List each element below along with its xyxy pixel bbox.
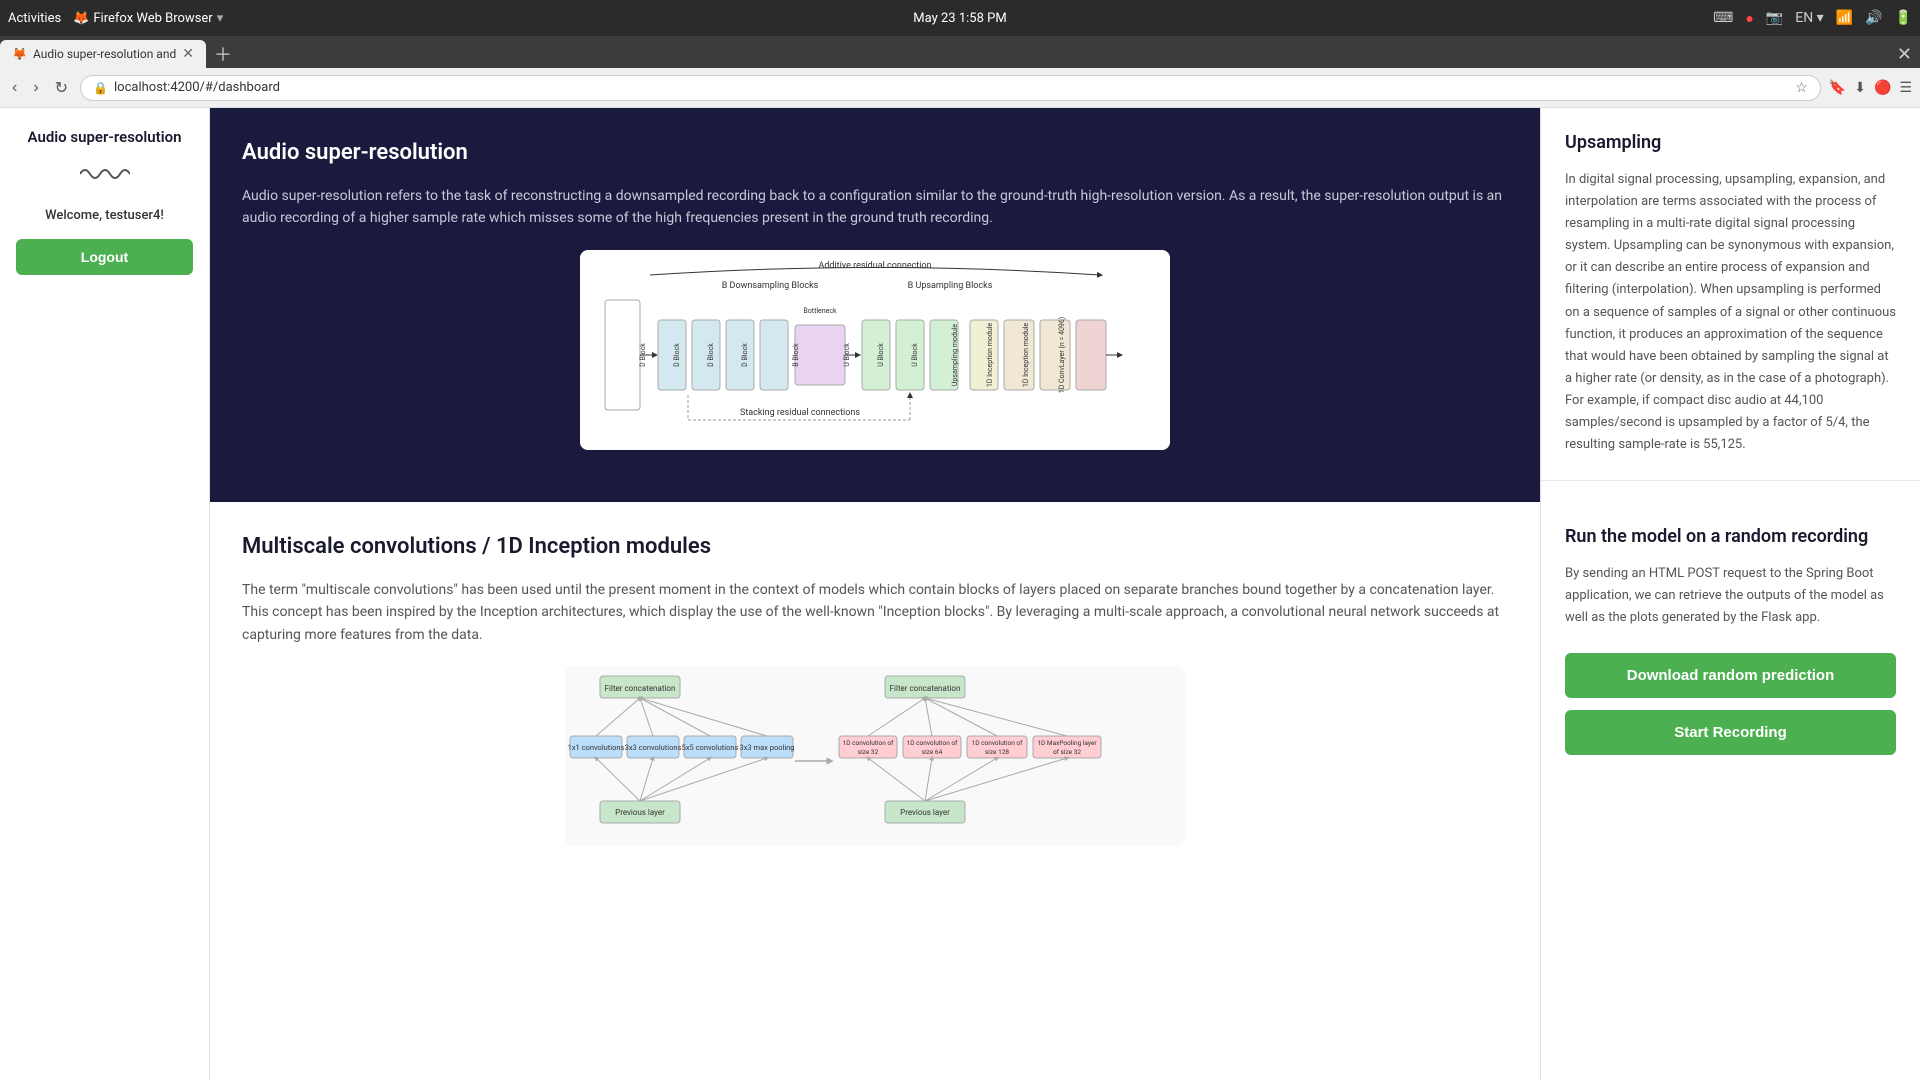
svg-text:5x5 convolutions: 5x5 convolutions — [682, 743, 739, 752]
svg-text:D Block: D Block — [639, 343, 647, 367]
system-tray: ⌨ ● 📷 EN ▾ 📶 🔊 🔋 — [1713, 10, 1912, 27]
upsampling-text: In digital signal processing, upsampling… — [1565, 169, 1896, 456]
tab-close-button[interactable]: ✕ — [182, 46, 194, 62]
svg-text:D Block: D Block — [673, 343, 681, 367]
svg-text:B Block: B Block — [792, 343, 800, 367]
address-bar[interactable]: 🔒 localhost:4200/#/dashboard ☆ — [80, 75, 1821, 101]
architecture-diagram: Additive residual connection B Downsampl… — [242, 250, 1508, 450]
forward-button[interactable]: › — [29, 75, 42, 101]
run-model-title: Run the model on a random recording — [1565, 526, 1896, 547]
welcome-message: Welcome, testuser4! — [16, 208, 193, 223]
active-tab[interactable]: 🦊 Audio super-resolution and ✕ — [0, 40, 206, 68]
download-prediction-button[interactable]: Download random prediction — [1565, 653, 1896, 698]
run-model-description: By sending an HTML POST request to the S… — [1565, 563, 1896, 629]
start-recording-button[interactable]: Start Recording — [1565, 710, 1896, 755]
right-panel: Upsampling In digital signal processing,… — [1540, 108, 1920, 502]
svg-text:1x1 convolutions: 1x1 convolutions — [568, 743, 625, 752]
svg-text:U Block: U Block — [911, 343, 919, 367]
inception-diagram: Filter concatenation 1x1 convolutions 3x… — [242, 666, 1508, 846]
svg-text:Stacking residual connections: Stacking residual connections — [740, 408, 860, 418]
hero-section: Audio super-resolution Audio super-resol… — [210, 108, 1540, 502]
svg-text:Bottleneck: Bottleneck — [803, 307, 837, 315]
svg-text:3x3 convolutions: 3x3 convolutions — [625, 743, 682, 752]
svg-text:1D ConvLayer (n = 4096): 1D ConvLayer (n = 4096) — [1058, 317, 1066, 393]
svg-text:Additive residual connection: Additive residual connection — [818, 261, 931, 271]
upsampling-title: Upsampling — [1565, 132, 1896, 153]
close-window-button[interactable]: ✕ — [1897, 44, 1912, 65]
multiscale-description: The term "multiscale convolutions" has b… — [242, 579, 1508, 646]
svg-text:D Block: D Block — [741, 343, 749, 367]
main-content: Audio super-resolution Audio super-resol… — [210, 108, 1920, 1080]
svg-text:1D convolution of: 1D convolution of — [843, 739, 895, 747]
menu-icon[interactable]: ☰ — [1899, 80, 1912, 96]
multiscale-section: Multiscale convolutions / 1D Inception m… — [210, 502, 1540, 1080]
svg-text:U Block: U Block — [843, 343, 851, 367]
svg-text:B Upsampling Blocks: B Upsampling Blocks — [908, 281, 993, 291]
svg-text:1D Inception module: 1D Inception module — [986, 322, 994, 387]
svg-text:1D MaxPooling layer: 1D MaxPooling layer — [1037, 739, 1097, 747]
tab-title: Audio super-resolution and — [33, 47, 176, 61]
address-text: localhost:4200/#/dashboard — [114, 80, 1789, 95]
run-model-section: Run the model on a random recording By s… — [1540, 502, 1920, 1080]
reload-button[interactable]: ↻ — [51, 74, 72, 102]
upsampling-section: Upsampling In digital signal processing,… — [1541, 108, 1920, 481]
activities-menu[interactable]: Activities — [8, 11, 61, 26]
svg-text:size 128: size 128 — [985, 748, 1009, 756]
svg-text:Filter concatenation: Filter concatenation — [605, 684, 676, 693]
svg-text:D Block: D Block — [707, 343, 715, 367]
security-icon: 🔒 — [93, 81, 108, 95]
svg-text:size 64: size 64 — [922, 748, 943, 756]
back-button[interactable]: ‹ — [8, 75, 21, 101]
svg-text:1D Inception module: 1D Inception module — [1022, 322, 1030, 387]
sidebar: Audio super-resolution Welcome, testuser… — [0, 108, 210, 1080]
svg-text:Previous layer: Previous layer — [900, 808, 950, 817]
extensions-icon[interactable]: 🔴 — [1874, 80, 1891, 96]
svg-text:size 32: size 32 — [858, 748, 879, 756]
svg-text:Filter concatenation: Filter concatenation — [890, 684, 961, 693]
svg-text:Previous layer: Previous layer — [615, 808, 665, 817]
waveform-icon — [16, 162, 193, 192]
svg-text:U Block: U Block — [877, 343, 885, 367]
sidebar-title: Audio super-resolution — [16, 128, 193, 146]
svg-text:3x3 max pooling: 3x3 max pooling — [739, 743, 794, 752]
bookmark-icon[interactable]: ☆ — [1795, 80, 1808, 96]
multiscale-title: Multiscale convolutions / 1D Inception m… — [242, 534, 1508, 559]
hero-title: Audio super-resolution — [242, 140, 1508, 165]
svg-text:of size 32: of size 32 — [1053, 748, 1081, 756]
logout-button[interactable]: Logout — [16, 239, 193, 275]
hero-description: Audio super-resolution refers to the tas… — [242, 185, 1508, 230]
download-icon[interactable]: ⬇ — [1854, 80, 1866, 96]
bookmarks-icon[interactable]: 🔖 — [1829, 80, 1846, 96]
firefox-menu[interactable]: 🦊 Firefox Web Browser ▾ — [73, 11, 223, 26]
new-tab-button[interactable]: ＋ — [206, 41, 240, 67]
svg-text:1D convolution of: 1D convolution of — [907, 739, 959, 747]
svg-text:B Downsampling Blocks: B Downsampling Blocks — [722, 281, 819, 291]
system-time: May 23 1:58 PM — [913, 11, 1006, 26]
svg-text:1D convolution of: 1D convolution of — [972, 739, 1024, 747]
svg-text:Upsampling module: Upsampling module — [951, 323, 959, 386]
